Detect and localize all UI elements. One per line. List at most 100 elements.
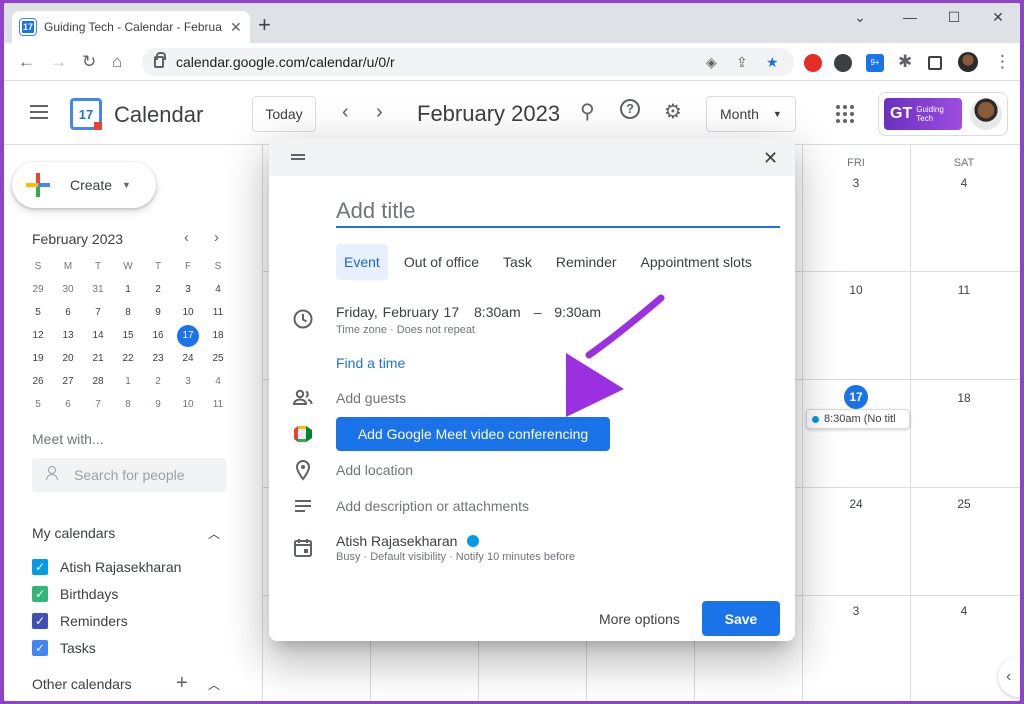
dialog-titlebar[interactable]: ✕ — [269, 138, 795, 176]
mini-day[interactable]: 21 — [83, 353, 113, 364]
day-cell[interactable]: 4 — [910, 604, 1018, 618]
mini-day[interactable]: 20 — [53, 353, 83, 364]
availability-summary[interactable]: Busy · Default visibility · Notify 10 mi… — [336, 551, 575, 563]
mini-day[interactable]: 23 — [143, 353, 173, 364]
add-guests-field[interactable]: Add guests — [336, 390, 406, 406]
mini-day[interactable]: 10 — [173, 307, 203, 318]
chevron-up-icon[interactable]: ︿ — [208, 676, 220, 693]
spy-extension-icon[interactable] — [834, 54, 852, 72]
previous-month-icon[interactable]: ‹ — [342, 101, 349, 124]
my-calendars-title[interactable]: My calendars — [32, 525, 115, 541]
bookmark-star-icon[interactable]: ★ — [766, 54, 779, 71]
mini-next-icon[interactable]: › — [214, 229, 219, 246]
lock-icon[interactable] — [154, 52, 166, 68]
day-cell[interactable]: 4 — [910, 176, 1018, 190]
checkbox-icon[interactable]: ✓ — [32, 640, 48, 656]
minimize-icon[interactable]: — — [890, 9, 930, 25]
time-zone-repeat[interactable]: Time zone · Does not repeat — [336, 324, 475, 336]
mini-day[interactable]: 11 — [203, 307, 233, 318]
mini-day[interactable]: 3 — [173, 284, 203, 295]
account-avatar[interactable] — [970, 98, 1002, 130]
calendar-item[interactable]: ✓ Reminders — [32, 613, 128, 629]
mini-day[interactable]: 8 — [113, 399, 143, 410]
mini-day[interactable]: 22 — [113, 353, 143, 364]
mini-day[interactable]: 30 — [53, 284, 83, 295]
adblock-extension-icon[interactable] — [804, 54, 822, 72]
mini-day[interactable]: 1 — [113, 376, 143, 387]
other-calendars-title[interactable]: Other calendars — [32, 676, 132, 692]
add-location-field[interactable]: Add location — [336, 462, 413, 478]
event-date[interactable]: Friday, February 17 — [336, 304, 459, 320]
tab-close-icon[interactable]: ✕ — [230, 19, 242, 36]
mini-day[interactable]: 16 — [143, 330, 173, 341]
mini-day[interactable]: 4 — [203, 376, 233, 387]
mini-day[interactable]: 12 — [23, 330, 53, 341]
day-cell[interactable]: 3 — [802, 604, 910, 618]
mini-day[interactable]: 27 — [53, 376, 83, 387]
mini-day[interactable]: 19 — [23, 353, 53, 364]
window-close-icon[interactable]: ✕ — [978, 9, 1018, 26]
back-icon[interactable]: ← — [18, 52, 35, 72]
browser-profile-avatar[interactable] — [958, 52, 978, 72]
maximize-icon[interactable]: ☐ — [934, 9, 974, 26]
view-selector[interactable]: Month ▼ — [706, 96, 796, 132]
next-month-icon[interactable]: › — [376, 101, 383, 124]
calendar-item[interactable]: ✓ Tasks — [32, 640, 96, 656]
mini-day[interactable]: 15 — [113, 330, 143, 341]
checkbox-icon[interactable]: ✓ — [32, 586, 48, 602]
forward-icon[interactable]: → — [50, 52, 67, 72]
mini-prev-icon[interactable]: ‹ — [184, 229, 189, 246]
day-cell[interactable]: 10 — [802, 283, 910, 297]
install-icon[interactable]: ◈ — [706, 54, 717, 71]
help-icon[interactable]: ? — [620, 99, 640, 119]
mini-day[interactable]: 5 — [23, 307, 53, 318]
mini-day[interactable]: 2 — [143, 284, 173, 295]
day-cell[interactable]: 25 — [910, 497, 1018, 511]
mini-day[interactable]: 6 — [53, 307, 83, 318]
mini-day[interactable]: 24 — [173, 353, 203, 364]
mini-day[interactable]: 7 — [83, 399, 113, 410]
mini-day[interactable]: 2 — [143, 376, 173, 387]
today-day-cell[interactable]: 17 — [802, 385, 910, 409]
reload-icon[interactable]: ↻ — [82, 52, 96, 72]
add-calendar-plus-icon[interactable]: + — [176, 672, 188, 695]
mini-day[interactable]: 28 — [83, 376, 113, 387]
drag-handle-icon[interactable] — [291, 154, 305, 160]
find-a-time-link[interactable]: Find a time — [336, 355, 405, 371]
day-cell[interactable]: 24 — [802, 497, 910, 511]
event-start-time[interactable]: 8:30am — [474, 304, 521, 320]
save-button[interactable]: Save — [702, 601, 780, 636]
mini-day[interactable]: 1 — [113, 284, 143, 295]
checkbox-icon[interactable]: ✓ — [32, 613, 48, 629]
mini-day[interactable]: 18 — [203, 330, 233, 341]
tab-event[interactable]: Event — [336, 244, 388, 280]
mini-day[interactable]: 9 — [143, 307, 173, 318]
side-panel-icon[interactable] — [928, 56, 942, 70]
new-tab-icon[interactable]: + — [258, 14, 271, 36]
mini-day[interactable]: 8 — [113, 307, 143, 318]
browser-menu-icon[interactable]: ⋮ — [994, 52, 1011, 72]
event-chip[interactable]: 8:30am (No titl — [806, 409, 910, 429]
tab-task[interactable]: Task — [495, 244, 540, 280]
add-description-field[interactable]: Add description or attachments — [336, 498, 529, 514]
mini-day[interactable]: 25 — [203, 353, 233, 364]
mini-day[interactable]: 6 — [53, 399, 83, 410]
mini-day[interactable]: 4 — [203, 284, 233, 295]
close-icon[interactable]: ✕ — [763, 148, 778, 169]
calendar-item[interactable]: ✓ Atish Rajasekharan — [32, 559, 181, 575]
mini-day[interactable]: 10 — [173, 399, 203, 410]
google-apps-icon[interactable] — [836, 105, 854, 123]
settings-gear-icon[interactable]: ⚙ — [664, 99, 682, 124]
tab-reminder[interactable]: Reminder — [548, 244, 625, 280]
tab-appointment-slots[interactable]: Appointment slots — [633, 244, 760, 280]
calendar-item[interactable]: ✓ Birthdays — [32, 586, 118, 602]
search-people-input[interactable]: Search for people — [32, 458, 226, 492]
mini-day[interactable]: 31 — [83, 284, 113, 295]
share-icon[interactable]: ⇪ — [736, 54, 748, 71]
checkbox-icon[interactable]: ✓ — [32, 559, 48, 575]
extensions-puzzle-icon[interactable]: ✱ — [898, 52, 912, 72]
day-cell[interactable]: 3 — [802, 176, 910, 190]
tab-search-icon[interactable]: ⌄ — [840, 9, 880, 26]
create-button[interactable]: Create ▼ — [12, 162, 156, 208]
search-icon[interactable]: ⚲ — [580, 99, 595, 124]
